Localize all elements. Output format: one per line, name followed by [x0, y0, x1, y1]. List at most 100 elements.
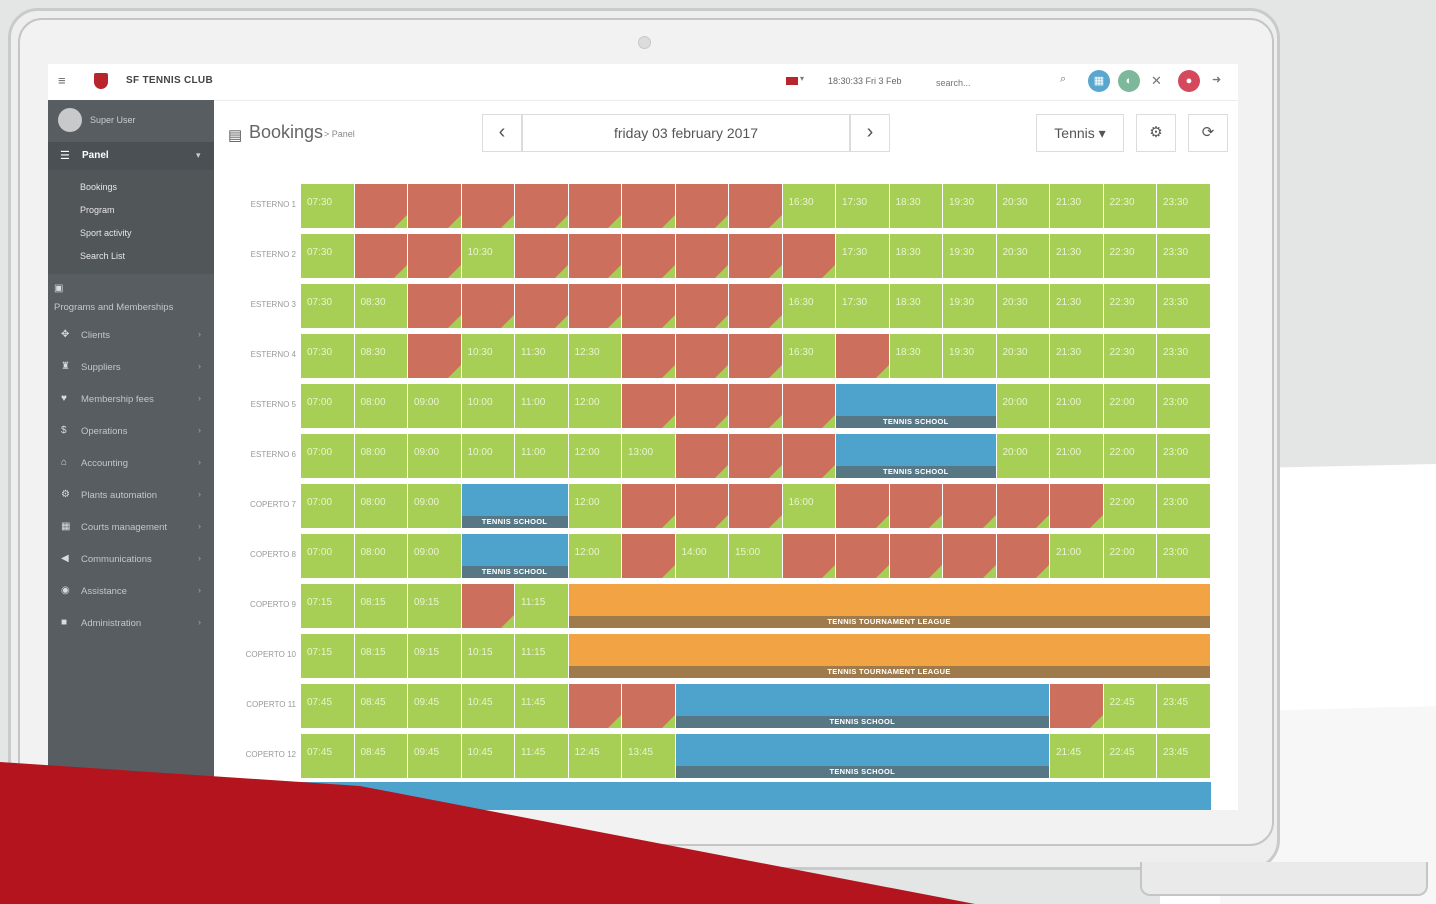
booked-slot[interactable] — [1050, 484, 1103, 528]
free-slot[interactable]: 22:45 — [1103, 684, 1156, 728]
sidebar-item-programs[interactable]: ▣ Programs and Memberships — [48, 280, 214, 320]
free-slot[interactable]: 23:00 — [1157, 484, 1210, 528]
booked-slot[interactable] — [836, 484, 889, 528]
free-slot[interactable]: 22:00 — [1103, 484, 1156, 528]
date-picker[interactable]: friday 03 february 2017 — [522, 114, 850, 152]
free-slot[interactable]: 12:45 — [568, 734, 621, 778]
booked-slot[interactable] — [729, 184, 782, 228]
free-slot[interactable]: 22:30 — [1103, 284, 1156, 328]
free-slot[interactable]: 20:30 — [996, 284, 1049, 328]
booked-slot[interactable] — [622, 384, 675, 428]
free-slot[interactable]: 23:45 — [1157, 684, 1210, 728]
free-slot[interactable]: 23:00 — [1157, 384, 1210, 428]
free-slot[interactable]: 10:00 — [461, 434, 514, 478]
booked-slot[interactable] — [408, 234, 461, 278]
booked-slot[interactable] — [622, 484, 675, 528]
free-slot[interactable]: 08:30 — [354, 284, 407, 328]
free-slot[interactable]: 18:30 — [889, 334, 942, 378]
user-menu[interactable]: Super User — [58, 108, 208, 134]
free-slot[interactable]: 13:00 — [622, 434, 675, 478]
booked-slot[interactable] — [622, 334, 675, 378]
booked-slot[interactable] — [675, 334, 728, 378]
free-slot[interactable]: 20:00 — [996, 384, 1049, 428]
tennis-school-block[interactable]: TENNIS SCHOOL — [675, 734, 1049, 778]
free-slot[interactable]: 16:30 — [782, 184, 835, 228]
free-slot[interactable]: 22:00 — [1103, 534, 1156, 578]
free-slot[interactable]: 20:30 — [996, 334, 1049, 378]
booked-slot[interactable] — [568, 234, 621, 278]
free-slot[interactable]: 09:00 — [408, 484, 461, 528]
prev-day-button[interactable]: ‹ — [482, 114, 522, 152]
free-slot[interactable]: 21:30 — [1050, 284, 1103, 328]
booked-slot[interactable] — [408, 284, 461, 328]
booked-slot[interactable] — [782, 434, 835, 478]
tennis-school-block[interactable]: TENNIS SCHOOL — [675, 684, 1049, 728]
free-slot[interactable]: 10:45 — [461, 734, 514, 778]
booked-slot[interactable] — [461, 584, 514, 628]
free-slot[interactable]: 07:00 — [301, 384, 354, 428]
free-slot[interactable]: 21:00 — [1050, 384, 1103, 428]
tennis-school-block[interactable]: TENNIS SCHOOL — [461, 534, 568, 578]
booked-slot[interactable] — [889, 484, 942, 528]
free-slot[interactable]: 09:45 — [408, 734, 461, 778]
booked-slot[interactable] — [675, 284, 728, 328]
booked-slot[interactable] — [354, 184, 407, 228]
free-slot[interactable]: 10:00 — [461, 384, 514, 428]
booked-slot[interactable] — [729, 434, 782, 478]
free-slot[interactable]: 16:30 — [782, 284, 835, 328]
sidebar-item-communications[interactable]: ◀ Communications › — [48, 546, 214, 574]
sidebar-item-assistance[interactable]: ◉ Assistance › — [48, 578, 214, 606]
free-slot[interactable]: 10:45 — [461, 684, 514, 728]
booked-slot[interactable] — [568, 184, 621, 228]
free-slot[interactable]: 13:45 — [622, 734, 675, 778]
sidebar-item-panel[interactable]: ☰ Panel ▾ — [48, 142, 214, 170]
free-slot[interactable]: 09:00 — [408, 534, 461, 578]
booked-slot[interactable] — [1050, 684, 1103, 728]
free-slot[interactable]: 22:00 — [1103, 434, 1156, 478]
free-slot[interactable]: 07:15 — [301, 584, 354, 628]
free-slot[interactable]: 12:00 — [568, 434, 621, 478]
free-slot[interactable]: 12:00 — [568, 484, 621, 528]
breadcrumb[interactable]: > Panel — [324, 129, 355, 139]
free-slot[interactable]: 19:30 — [943, 234, 996, 278]
booked-slot[interactable] — [889, 534, 942, 578]
free-slot[interactable]: 22:30 — [1103, 184, 1156, 228]
free-slot[interactable]: 16:30 — [782, 334, 835, 378]
free-slot[interactable]: 21:30 — [1050, 234, 1103, 278]
booked-slot[interactable] — [461, 284, 514, 328]
booked-slot[interactable] — [729, 334, 782, 378]
free-slot[interactable]: 23:30 — [1157, 234, 1210, 278]
free-slot[interactable]: 23:30 — [1157, 284, 1210, 328]
notification-icon[interactable]: ● — [1178, 70, 1200, 92]
booked-slot[interactable] — [836, 534, 889, 578]
free-slot[interactable]: 17:30 — [836, 184, 889, 228]
free-slot[interactable]: 11:15 — [515, 584, 568, 628]
free-slot[interactable]: 23:30 — [1157, 334, 1210, 378]
sidebar-item-membership-fees[interactable]: ♥ Membership fees › — [48, 386, 214, 414]
booked-slot[interactable] — [461, 184, 514, 228]
free-slot[interactable]: 11:00 — [515, 384, 568, 428]
booked-slot[interactable] — [996, 484, 1049, 528]
free-slot[interactable]: 09:15 — [408, 584, 461, 628]
free-slot[interactable]: 12:00 — [568, 534, 621, 578]
booked-slot[interactable] — [622, 234, 675, 278]
search-icon[interactable]: ⌕ — [1060, 73, 1066, 86]
logout-icon[interactable]: ➜ — [1212, 73, 1221, 86]
booked-slot[interactable] — [568, 284, 621, 328]
free-slot[interactable]: 10:15 — [461, 634, 514, 678]
free-slot[interactable]: 19:30 — [943, 334, 996, 378]
booked-slot[interactable] — [622, 184, 675, 228]
booked-slot[interactable] — [782, 384, 835, 428]
free-slot[interactable]: 08:00 — [354, 534, 407, 578]
tennis-school-block[interactable]: TENNIS SCHOOL — [836, 384, 996, 428]
free-slot[interactable]: 22:00 — [1103, 384, 1156, 428]
free-slot[interactable]: 18:30 — [889, 284, 942, 328]
user-circle-icon[interactable]: ◐ — [1118, 70, 1140, 92]
free-slot[interactable]: 19:30 — [943, 184, 996, 228]
free-slot[interactable]: 23:45 — [1157, 734, 1210, 778]
free-slot[interactable]: 17:30 — [836, 284, 889, 328]
booked-slot[interactable] — [675, 184, 728, 228]
free-slot[interactable]: 11:30 — [515, 334, 568, 378]
free-slot[interactable]: 08:00 — [354, 384, 407, 428]
free-slot[interactable]: 18:30 — [889, 234, 942, 278]
